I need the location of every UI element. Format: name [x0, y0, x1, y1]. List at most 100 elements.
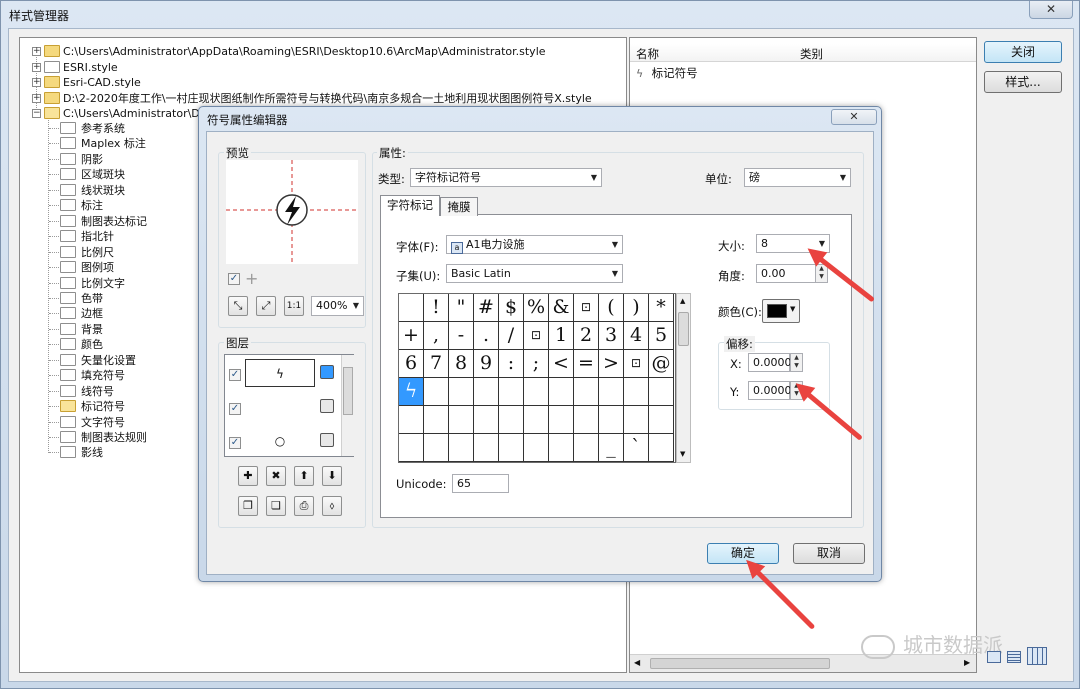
scroll-right-icon[interactable]: ▶ [964, 658, 970, 667]
tree-item-category[interactable]: 背景 [20, 322, 220, 337]
tree-item-style[interactable]: + Esri-CAD.style [20, 75, 620, 90]
glyph-cell[interactable]: ; [524, 350, 549, 378]
list-item[interactable]: ϟ 标记符号 [636, 65, 698, 81]
zoom-extent-button[interactable]: ⤢ [256, 296, 276, 316]
tree-item-category[interactable]: 图例项 [20, 260, 220, 275]
glyph-cell[interactable] [399, 434, 424, 462]
glyph-cell[interactable] [424, 378, 449, 406]
angle-field[interactable]: 0.00 [756, 264, 816, 283]
type-select[interactable]: 字符标记符号 ▼ [410, 168, 602, 187]
column-name[interactable]: 名称 [636, 46, 659, 62]
tree-item-category[interactable]: 影线 [20, 445, 220, 460]
unicode-field[interactable]: 65 [452, 474, 509, 493]
zoom-fit-button[interactable]: ⤡ [228, 296, 248, 316]
expand-icon[interactable]: + [32, 78, 41, 87]
glyph-cell[interactable]: < [549, 350, 574, 378]
tree-item-category[interactable]: 线符号 [20, 384, 220, 399]
glyph-cell[interactable]: ( [599, 294, 624, 322]
add-layer-icon[interactable]: ✚ [238, 466, 258, 486]
zoom-actual-button[interactable]: 1:1 [284, 296, 304, 316]
tree-item-category[interactable]: 矢量化设置 [20, 353, 220, 368]
glyph-cell[interactable] [624, 406, 649, 434]
glyph-cell[interactable]: ! [424, 294, 449, 322]
glyph-cell[interactable] [649, 434, 674, 462]
color-picker-button[interactable]: ▼ [762, 299, 800, 323]
glyph-cell[interactable] [574, 434, 599, 462]
close-button[interactable]: 关闭 [984, 41, 1062, 63]
glyph-cell[interactable]: ` [624, 434, 649, 462]
glyph-cell[interactable]: 7 [424, 350, 449, 378]
tree-item-category[interactable]: Maplex 标注 [20, 136, 220, 151]
glyph-cell[interactable]: @ [649, 350, 674, 378]
collapse-icon[interactable]: − [32, 109, 41, 118]
glyph-cell[interactable]: , [424, 322, 449, 350]
subset-select[interactable]: Basic Latin ▼ [446, 264, 623, 283]
tree-item-category[interactable]: 比例尺 [20, 245, 220, 260]
glyph-cell[interactable]: ϟ [399, 378, 424, 406]
layer-row[interactable]: ✓ [225, 391, 340, 423]
glyph-cell[interactable] [599, 378, 624, 406]
glyph-cell[interactable] [524, 406, 549, 434]
zoom-select[interactable]: 400% ▼ [311, 296, 364, 316]
glyph-cell[interactable]: ⊡ [574, 294, 599, 322]
glyph-cell[interactable] [424, 434, 449, 462]
glyph-cell[interactable]: & [549, 294, 574, 322]
glyph-cell[interactable] [474, 406, 499, 434]
scroll-down-icon[interactable]: ▼ [680, 450, 685, 458]
glyph-cell[interactable] [549, 434, 574, 462]
glyph-cell[interactable] [399, 406, 424, 434]
glyph-cell[interactable] [524, 434, 549, 462]
layer-row[interactable]: ✓ ○ [225, 425, 340, 457]
spin-down-icon[interactable]: ▼ [816, 273, 827, 281]
glyph-cell[interactable]: 1 [549, 322, 574, 350]
tree-item-style[interactable]: + ESRI.style [20, 60, 620, 75]
scroll-thumb[interactable] [650, 658, 830, 669]
convert-icon[interactable]: ⎙ [294, 496, 314, 516]
glyph-cell[interactable] [649, 378, 674, 406]
tab-character-marker[interactable]: 字符标记 [380, 195, 440, 216]
glyph-cell[interactable]: = [574, 350, 599, 378]
glyph-cell[interactable]: 3 [599, 322, 624, 350]
tree-item-category[interactable]: 区域斑块 [20, 167, 220, 182]
paste-layer-icon[interactable]: ❏ [266, 496, 286, 516]
glyph-cell[interactable] [474, 434, 499, 462]
glyph-cell[interactable] [499, 434, 524, 462]
glyph-cell[interactable] [574, 378, 599, 406]
glyph-cell[interactable]: 8 [449, 350, 474, 378]
glyph-cell[interactable] [499, 378, 524, 406]
glyph-cell[interactable]: % [524, 294, 549, 322]
cancel-button[interactable]: 取消 [793, 543, 865, 564]
glyph-cell[interactable]: _ [599, 434, 624, 462]
tree-item-category[interactable]: 标注 [20, 198, 220, 213]
dialog-close-button[interactable]: ✕ [831, 109, 877, 125]
glyph-cell[interactable]: 2 [574, 322, 599, 350]
glyph-cell[interactable] [424, 406, 449, 434]
lock-icon[interactable] [320, 399, 334, 413]
tree-item-category[interactable]: 色带 [20, 291, 220, 306]
glyph-cell[interactable] [474, 378, 499, 406]
glyph-cell[interactable]: ⊡ [524, 322, 549, 350]
glyph-cell[interactable] [574, 406, 599, 434]
glyph-cell[interactable]: ) [624, 294, 649, 322]
list-view-icon[interactable] [1007, 651, 1021, 663]
glyph-cell[interactable] [449, 406, 474, 434]
layers-list[interactable]: ✓ ϟ ✓ ✓ ○ [224, 354, 354, 457]
ok-button[interactable]: 确定 [707, 543, 779, 564]
copy-layer-icon[interactable]: ❐ [238, 496, 258, 516]
column-category[interactable]: 类别 [800, 46, 823, 62]
tree-item-category[interactable]: 指北针 [20, 229, 220, 244]
tree-item-category[interactable]: 文字符号 [20, 415, 220, 430]
glyph-cell[interactable] [549, 406, 574, 434]
tree-item-category[interactable]: 阴影 [20, 152, 220, 167]
lock-icon[interactable] [320, 433, 334, 447]
unit-select[interactable]: 磅 ▼ [744, 168, 851, 187]
glyph-cell[interactable] [524, 378, 549, 406]
tree-item-category[interactable]: 边框 [20, 306, 220, 321]
layer-visible-checkbox[interactable]: ✓ [229, 403, 241, 415]
layers-scroll-thumb[interactable] [343, 367, 353, 415]
glyph-cell[interactable]: $ [499, 294, 524, 322]
layer-visible-checkbox[interactable]: ✓ [229, 369, 241, 381]
window-close-button[interactable]: ✕ [1029, 1, 1073, 19]
styles-button[interactable]: 样式... [984, 71, 1062, 93]
tag-icon[interactable]: ⬨ [322, 496, 342, 516]
